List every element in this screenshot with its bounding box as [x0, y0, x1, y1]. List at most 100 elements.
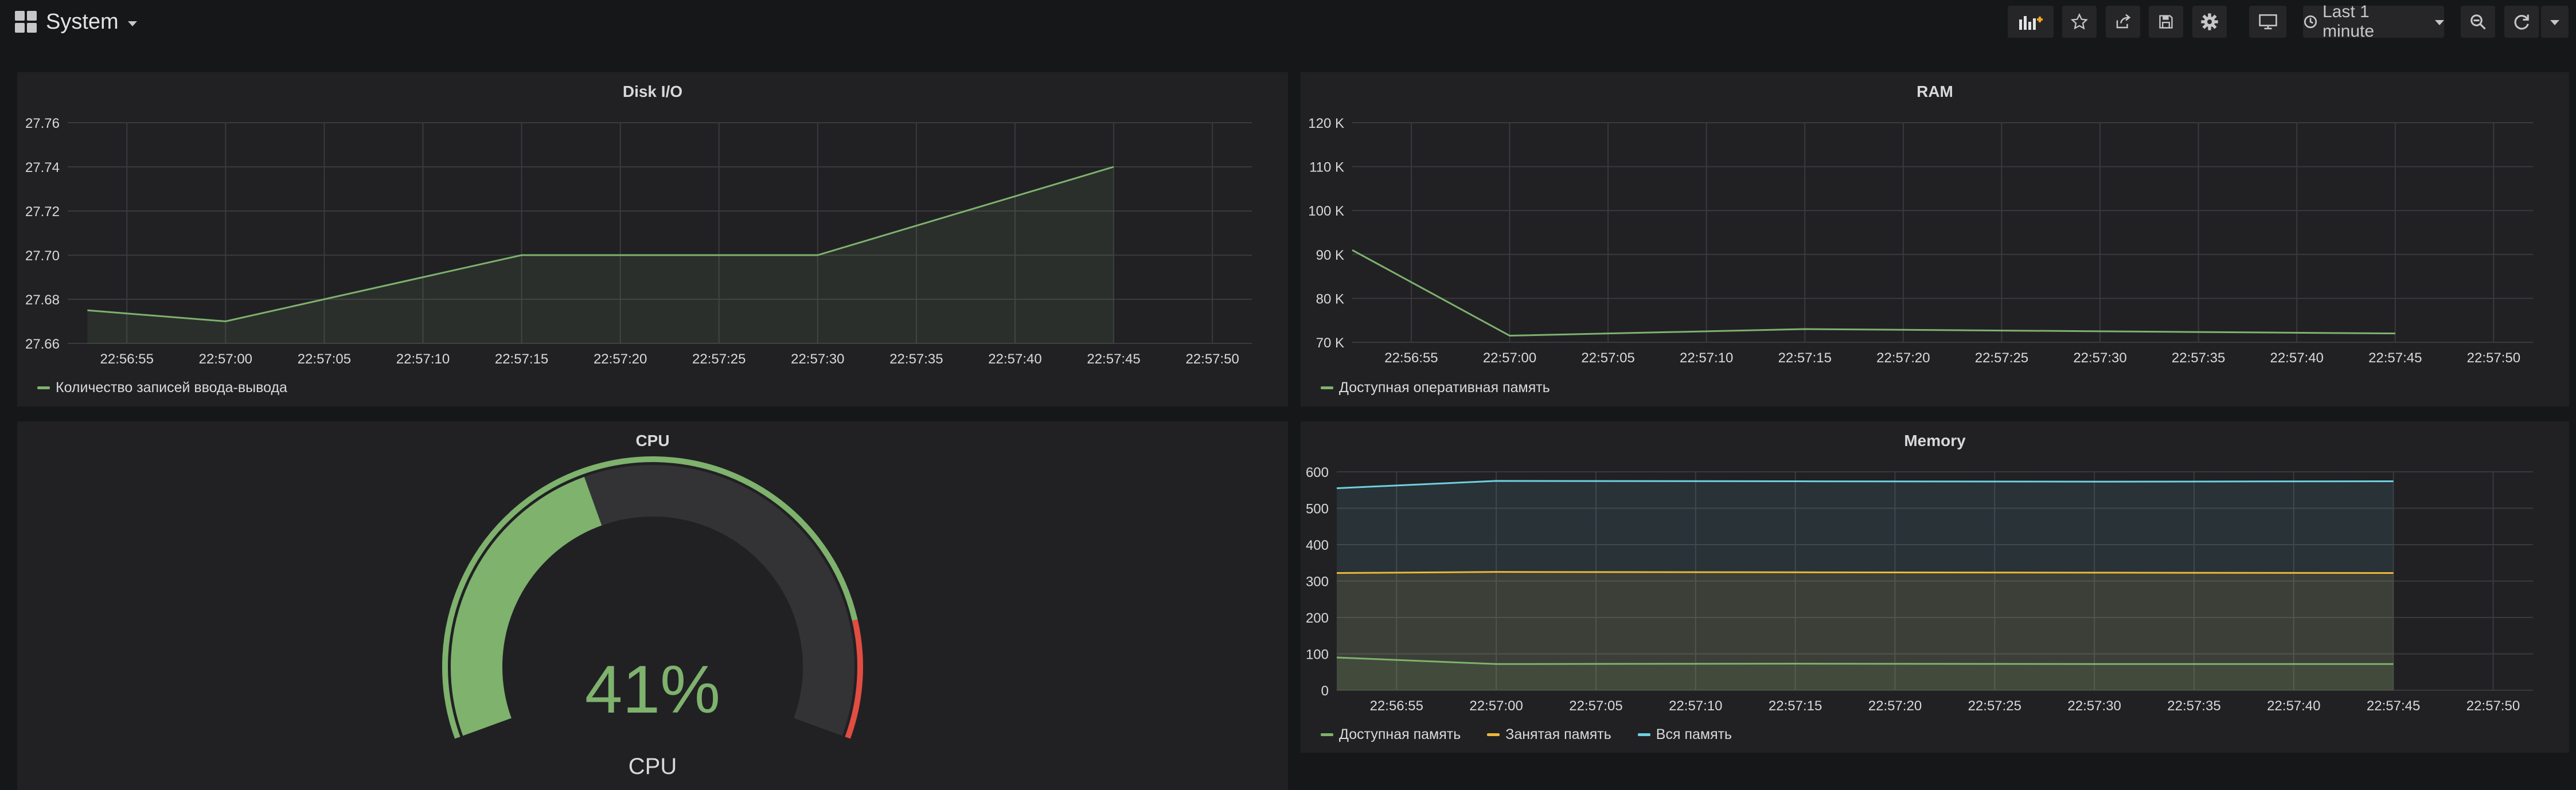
- legend-swatch: [1487, 733, 1500, 736]
- legend-swatch: [1321, 733, 1333, 736]
- y-tick-label: 27.76: [25, 116, 60, 131]
- save-button[interactable]: [2149, 6, 2183, 38]
- dashboard-title: System: [46, 9, 119, 34]
- legend-item[interactable]: Доступная оперативная память: [1321, 380, 1550, 396]
- legend-item[interactable]: Доступная память: [1321, 726, 1461, 743]
- x-tick-label: 22:57:25: [1968, 698, 2021, 714]
- star-button[interactable]: [2062, 6, 2097, 38]
- caret-down-icon: [127, 21, 137, 26]
- settings-button[interactable]: [2192, 6, 2227, 38]
- add-panel-button[interactable]: [2008, 6, 2054, 38]
- refresh-button[interactable]: [2504, 6, 2539, 38]
- y-tick-label: 100: [1306, 647, 1329, 663]
- chart-legend: Количество записей ввода-вывода: [37, 380, 287, 396]
- x-tick-label: 22:56:55: [1370, 698, 1423, 714]
- gear-icon: [2201, 13, 2218, 30]
- y-tick-label: 27.74: [25, 160, 60, 175]
- legend-label: Количество записей ввода-вывода: [56, 380, 287, 396]
- legend-label: Занятая память: [1505, 726, 1611, 742]
- y-tick-label: 0: [1321, 683, 1329, 699]
- x-tick-label: 22:57:35: [2172, 350, 2225, 366]
- x-tick-label: 22:57:25: [692, 351, 746, 367]
- legend-item[interactable]: Количество записей ввода-вывода: [37, 380, 287, 396]
- cpu-gauge: [442, 456, 863, 739]
- chart-legend: Доступная оперативная память: [1321, 380, 1550, 396]
- time-range-label: Last 1 minute: [2322, 2, 2375, 41]
- y-tick-label: 27.72: [25, 204, 60, 220]
- y-tick-label: 600: [1306, 465, 1329, 480]
- y-tick-label: 110 K: [1309, 160, 1344, 175]
- x-tick-label: 22:57:25: [1975, 350, 2028, 366]
- x-tick-label: 22:57:50: [1185, 351, 1239, 367]
- legend-label: Вся память: [1656, 726, 1732, 742]
- chevron-down-icon: [2550, 19, 2559, 25]
- y-tick-label: 300: [1306, 574, 1329, 590]
- star-icon: [2071, 13, 2088, 30]
- gauge-value: 41%: [584, 652, 721, 728]
- x-tick-label: 22:57:40: [988, 351, 1041, 367]
- y-tick-label: 100 K: [1308, 204, 1344, 219]
- ram-panel: RAM 70 K 80 K 90 K 100 K 110 K 120 K 22:56:55 2…: [1301, 72, 2569, 406]
- x-tick-label: 22:57:15: [1769, 698, 1822, 714]
- y-tick-label: 27.70: [25, 248, 60, 264]
- y-tick-label: 70 K: [1316, 335, 1344, 351]
- refresh-icon: [2514, 14, 2529, 30]
- memory-panel: Memory 0 100 200 300 400 500 600 22:56:55 22:57:…: [1301, 421, 2569, 753]
- zoom-out-button[interactable]: [2461, 6, 2495, 38]
- legend-item[interactable]: Вся память: [1637, 726, 1732, 743]
- memory-chart: 0 100 200 300 400 500 600 22:56:55 22:57:00 22:57…: [1306, 465, 2533, 714]
- chevron-down-icon: [2435, 19, 2444, 25]
- x-tick-label: 22:57:20: [1876, 350, 1930, 366]
- top-navbar: System Last 1 minute: [0, 0, 2576, 46]
- x-tick-label: 22:56:55: [1384, 350, 1438, 366]
- x-tick-label: 22:57:45: [2368, 350, 2422, 366]
- y-tick-label: 500: [1306, 502, 1329, 517]
- x-tick-label: 22:57:30: [2073, 350, 2126, 366]
- share-button[interactable]: [2106, 6, 2140, 38]
- legend-label: Доступная оперативная память: [1339, 380, 1550, 396]
- dashboard-grid-icon: [15, 11, 37, 33]
- x-tick-label: 22:57:15: [495, 351, 548, 367]
- x-tick-label: 22:57:45: [2367, 698, 2420, 714]
- series-line: [1352, 249, 2395, 337]
- ram-chart: 70 K 80 K 90 K 100 K 110 K 120 K 22:56:55 22:57…: [1308, 116, 2533, 366]
- add-panel-icon: [2019, 16, 2043, 30]
- chart-legend: Доступная память Занятая память Вся памя…: [1321, 726, 1732, 743]
- clock-icon: [2304, 15, 2317, 29]
- save-icon: [2159, 15, 2173, 29]
- x-tick-label: 22:57:05: [1581, 350, 1634, 366]
- x-tick-label: 22:57:15: [1778, 350, 1832, 366]
- tv-mode-button[interactable]: [2249, 6, 2286, 38]
- y-tick-label: 27.66: [25, 337, 60, 352]
- disk-io-chart: 27.66 27.68 27.70 27.72 27.74 27.76 22:56:55 22…: [25, 116, 1252, 367]
- x-tick-label: 22:57:50: [2467, 350, 2520, 366]
- y-tick-label: 90 K: [1316, 248, 1344, 263]
- dashboard-picker[interactable]: System: [15, 6, 137, 38]
- x-tick-label: 22:56:55: [100, 351, 154, 367]
- x-tick-label: 22:57:50: [2466, 698, 2520, 714]
- x-tick-label: 22:57:45: [1087, 351, 1140, 367]
- x-tick-label: 22:57:20: [594, 351, 647, 367]
- x-tick-label: 22:57:20: [1868, 698, 1922, 714]
- y-tick-label: 400: [1306, 538, 1329, 553]
- x-tick-label: 22:57:40: [2270, 350, 2323, 366]
- x-tick-label: 22:57:00: [1483, 350, 1536, 366]
- x-tick-label: 22:57:05: [1569, 698, 1622, 714]
- x-tick-label: 22:57:00: [199, 351, 252, 367]
- y-tick-label: 27.68: [25, 292, 60, 308]
- legend-item[interactable]: Занятая память: [1487, 726, 1611, 743]
- y-tick-label: 120 K: [1308, 116, 1344, 131]
- tv-icon: [2258, 14, 2277, 30]
- x-tick-label: 22:57:35: [2167, 698, 2220, 714]
- refresh-interval-dropdown[interactable]: [2541, 6, 2569, 38]
- x-tick-label: 22:57:30: [2067, 698, 2121, 714]
- legend-swatch: [37, 386, 50, 389]
- x-tick-label: 22:57:35: [889, 351, 943, 367]
- x-tick-label: 22:57:40: [2267, 698, 2320, 714]
- time-range-picker[interactable]: Last 1 minute: [2303, 2, 2444, 41]
- zoom-out-icon: [2470, 14, 2486, 30]
- x-tick-label: 22:57:10: [1669, 698, 1722, 714]
- legend-swatch: [1321, 386, 1333, 389]
- legend-swatch: [1637, 733, 1650, 736]
- x-tick-label: 22:57:30: [791, 351, 844, 367]
